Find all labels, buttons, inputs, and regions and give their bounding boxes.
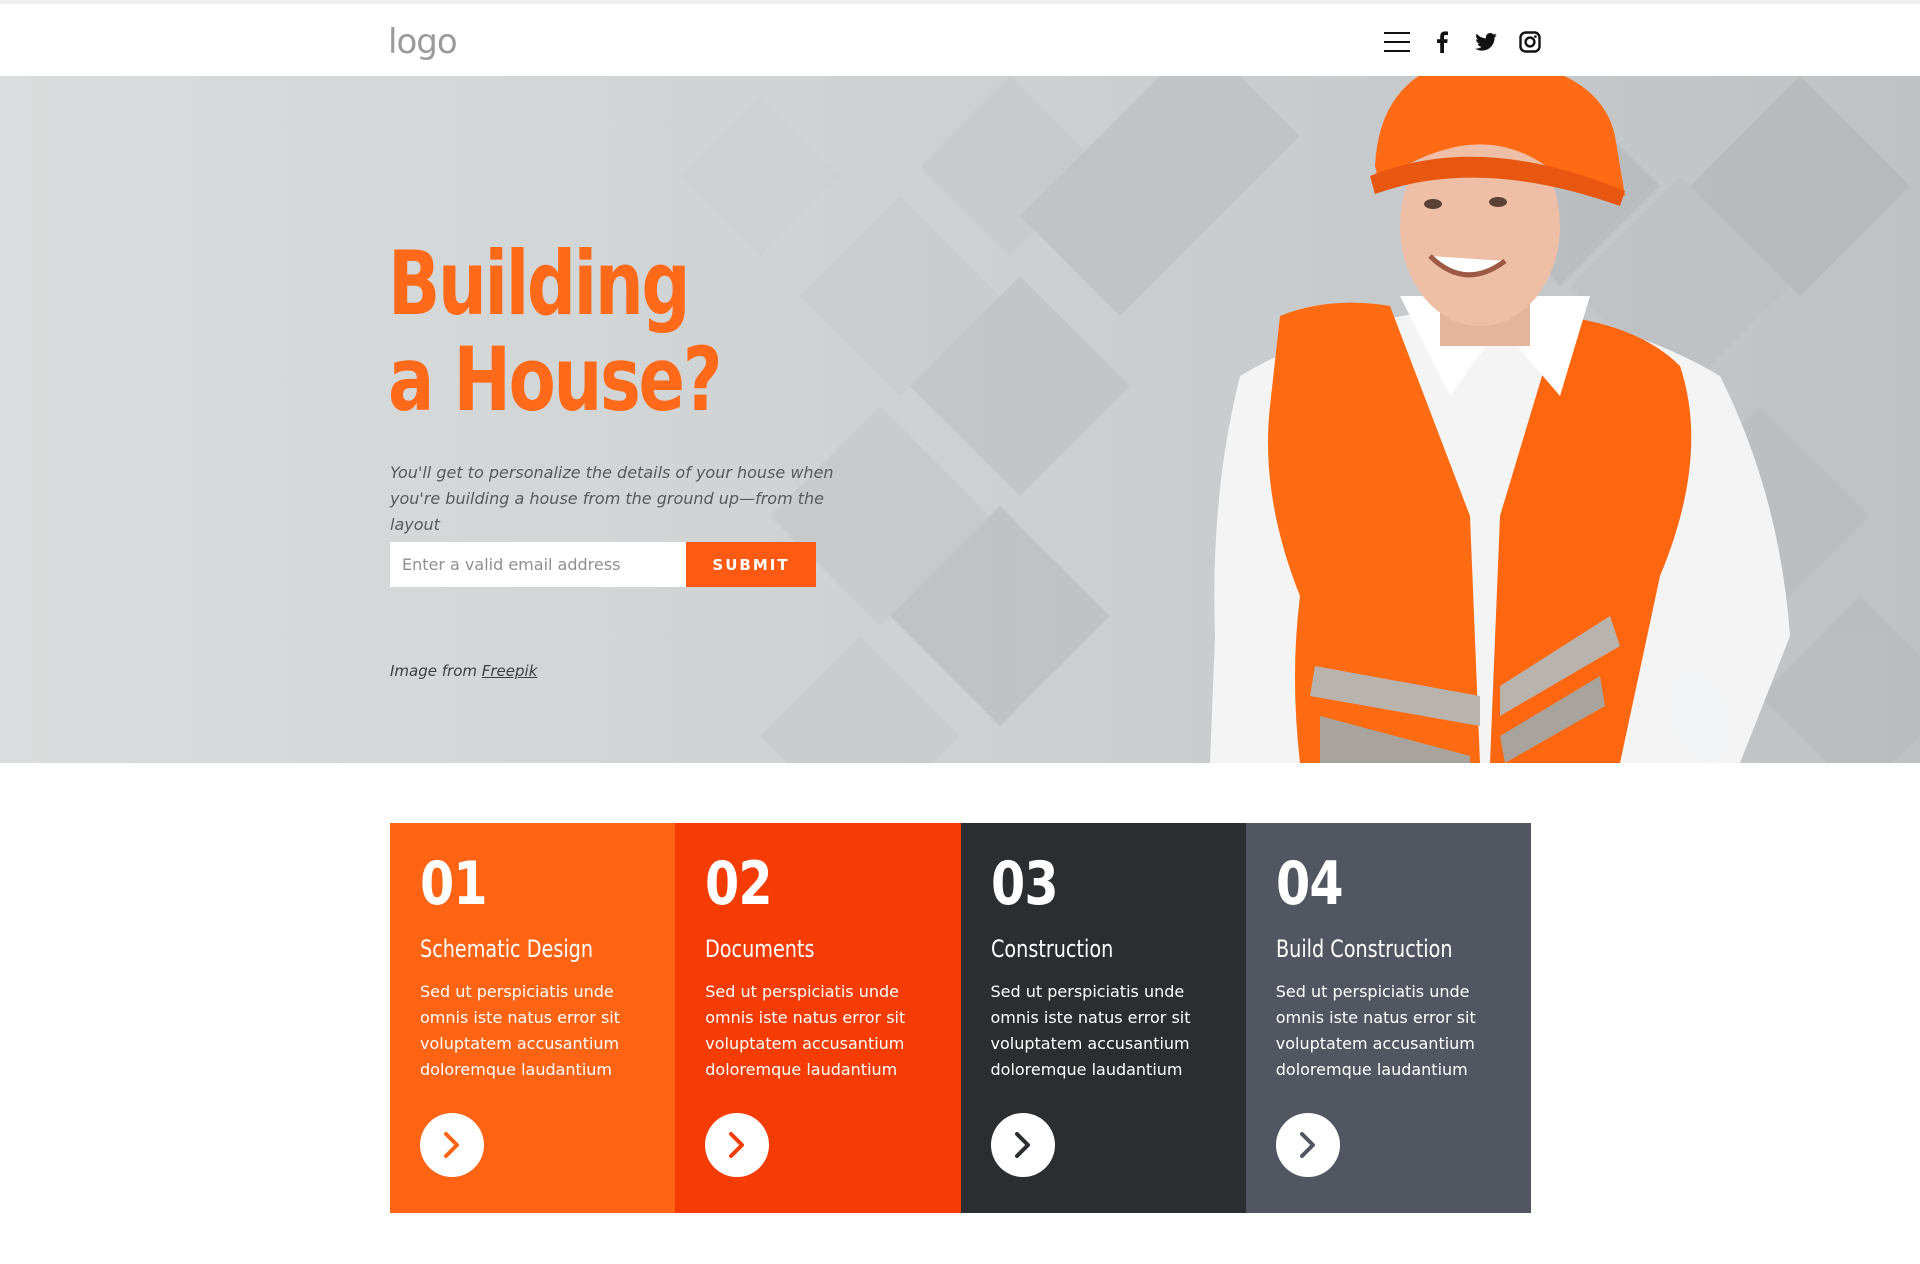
chevron-right-icon[interactable] bbox=[420, 1113, 484, 1177]
hero-title-line-2: a House? bbox=[388, 328, 723, 431]
hero-subtitle: You'll get to personalize the details of… bbox=[390, 463, 834, 534]
header-icons bbox=[1384, 30, 1542, 54]
step-card-1: 01 Schematic Design Sed ut perspiciatis … bbox=[390, 823, 676, 1213]
submit-button[interactable]: SUBMIT bbox=[686, 542, 816, 587]
step-card-3: 03 Construction Sed ut perspiciatis unde… bbox=[960, 823, 1246, 1213]
email-form: SUBMIT bbox=[390, 542, 816, 587]
step-title: Documents bbox=[705, 935, 815, 963]
menu-icon[interactable] bbox=[1384, 32, 1410, 52]
step-text: Sed ut perspiciatis unde omnis iste natu… bbox=[990, 982, 1191, 1079]
hero-title-line-1: Building bbox=[388, 232, 691, 335]
site-header: logo bbox=[0, 0, 1920, 76]
facebook-icon[interactable] bbox=[1430, 30, 1454, 54]
step-title: Schematic Design bbox=[420, 935, 594, 963]
step-text: Sed ut perspiciatis unde omnis iste natu… bbox=[420, 982, 621, 1079]
step-number: 02 bbox=[705, 849, 773, 919]
image-credit: Image from Freepik bbox=[390, 662, 537, 680]
step-number: 04 bbox=[1275, 849, 1344, 919]
step-number: 01 bbox=[420, 849, 488, 919]
hero-title: Building a House? bbox=[388, 232, 723, 431]
instagram-icon[interactable] bbox=[1518, 30, 1542, 54]
step-title: Construction bbox=[990, 935, 1113, 963]
twitter-icon[interactable] bbox=[1474, 30, 1498, 54]
step-text: Sed ut perspiciatis unde omnis iste natu… bbox=[1275, 982, 1476, 1079]
email-input[interactable] bbox=[390, 542, 686, 587]
chevron-right-icon[interactable] bbox=[1275, 1113, 1340, 1177]
chevron-right-icon[interactable] bbox=[705, 1113, 770, 1177]
step-title: Build Construction bbox=[1275, 935, 1453, 963]
hero-background-image bbox=[0, 76, 1920, 763]
hero-section: Building a House? You'll get to personal… bbox=[0, 76, 1920, 763]
chevron-right-icon[interactable] bbox=[990, 1113, 1055, 1177]
step-number: 03 bbox=[990, 849, 1059, 919]
credit-prefix: Image from bbox=[390, 662, 482, 680]
logo[interactable]: logo bbox=[388, 22, 458, 62]
step-card-4: 04 Build Construction Sed ut perspiciati… bbox=[1245, 823, 1531, 1213]
freepik-link[interactable]: Freepik bbox=[482, 662, 538, 680]
steps-section: 01 Schematic Design Sed ut perspiciatis … bbox=[390, 823, 1531, 1213]
step-text: Sed ut perspiciatis unde omnis iste natu… bbox=[705, 982, 906, 1079]
step-card-2: 02 Documents Sed ut perspiciatis unde om… bbox=[675, 823, 961, 1213]
